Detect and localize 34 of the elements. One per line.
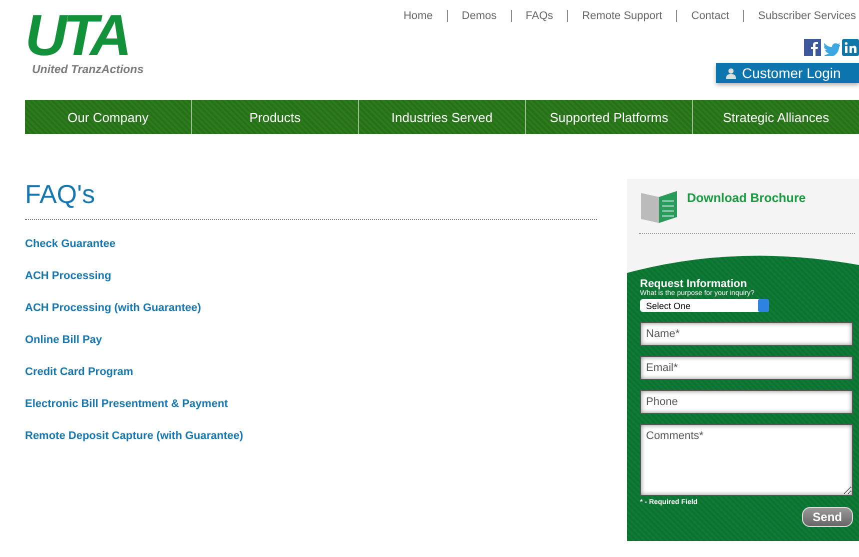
top-link[interactable]: Demos <box>448 10 511 22</box>
nav-item[interactable]: Supported Platforms <box>526 100 693 134</box>
faq-link[interactable]: Check Guarantee <box>25 234 116 266</box>
faq-link[interactable]: Remote Deposit Capture (with Guarantee) <box>25 426 244 458</box>
faq-link[interactable]: Credit Card Program <box>25 362 134 394</box>
purpose-select[interactable]: Select One <box>640 299 769 312</box>
customer-login-button[interactable]: Customer Login <box>716 63 859 83</box>
book-icon[interactable] <box>639 189 679 223</box>
input-field[interactable]: Phone <box>640 390 853 414</box>
social-icon[interactable] <box>842 39 859 56</box>
faq-link[interactable]: ACH Processing <box>25 266 112 298</box>
nav-item[interactable]: Industries Served <box>359 100 526 134</box>
top-link[interactable]: Home <box>389 10 447 22</box>
download-brochure-link[interactable]: Download Brochure <box>687 191 806 205</box>
top-link[interactable]: Remote Support <box>568 10 676 22</box>
faq-link[interactable]: Electronic Bill Presentment & Payment <box>25 394 228 426</box>
top-link[interactable]: Contact <box>677 10 744 22</box>
top-link[interactable]: FAQs <box>512 10 568 22</box>
top-link[interactable]: Subscriber Services <box>744 10 859 22</box>
nav-item[interactable]: Our Company <box>25 100 192 134</box>
comments-field[interactable]: Comments* <box>640 424 853 496</box>
page-heading: FAQ's <box>25 179 96 209</box>
social-icon[interactable] <box>804 39 821 56</box>
input-field[interactable]: Email* <box>640 356 853 380</box>
faq-link[interactable]: Online Bill Pay <box>25 330 102 362</box>
send-button[interactable]: Send <box>802 507 853 527</box>
form-title: Request Information <box>640 278 747 290</box>
logo-mark: UTA <box>25 8 128 64</box>
logo-name: United TranzActions <box>32 64 144 76</box>
user-icon <box>726 68 736 78</box>
nav-item[interactable]: Products <box>192 100 359 134</box>
input-field[interactable]: Name* <box>640 322 853 346</box>
faq-link[interactable]: ACH Processing (with Guarantee) <box>25 298 202 330</box>
nav-item[interactable]: Strategic Alliances <box>693 100 859 134</box>
